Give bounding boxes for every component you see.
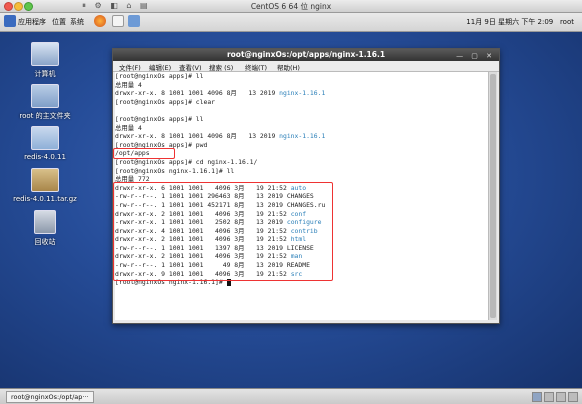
archive-icon (31, 168, 59, 192)
terminal-line: drwxr-xr-x. 8 1001 1001 4096 8月 13 2019 … (115, 89, 489, 98)
gnome-foot-icon (4, 15, 16, 27)
pwd-highlight-box (113, 148, 175, 159)
terminal-line-text: 总用量 4 (115, 80, 142, 89)
terminal-scrollbar[interactable] (488, 72, 497, 320)
workspace-1[interactable] (532, 392, 542, 402)
desktop-icon-home[interactable]: root 的主文件夹 (10, 84, 80, 121)
home-folder-icon (31, 84, 59, 108)
terminal-line: 总用量 4 (115, 124, 489, 133)
trash-icon (34, 210, 56, 234)
listing-highlight-box (113, 182, 333, 281)
desktop-icon-label: root 的主文件夹 (19, 112, 71, 120)
workspace-4[interactable] (568, 392, 578, 402)
desktop-icon-label: 回收站 (34, 238, 56, 246)
taskbar-terminal-label: root@nginxOs:/opt/ap··· (11, 393, 89, 401)
email-icon[interactable] (112, 15, 124, 27)
gnome-top-panel: 应用程序 位置 系统 11月 9日 星期六 下午 2:09 root (0, 13, 582, 32)
terminal-line-text: [root@nginxOs apps]# ll (115, 114, 204, 123)
directory-name: nginx-1.16.1 (279, 89, 326, 98)
clock-text[interactable]: 11月 9日 星期六 下午 2:09 (466, 18, 553, 26)
menu-help[interactable]: 帮助(H) (277, 62, 300, 72)
menu-terminal[interactable]: 终端(T) (245, 62, 267, 72)
terminal-line-text: drwxr-xr-x. 8 1001 1001 4096 8月 13 2019 (115, 132, 280, 141)
computer-icon (31, 42, 59, 66)
desktop-icon-label: redis-4.0.11 (24, 153, 66, 161)
user-name[interactable]: root (560, 18, 574, 26)
desktop-icon-redis-archive[interactable]: redis-4.0.11.tar.gz (10, 168, 80, 203)
bottom-taskbar: root@nginxOs:/opt/ap··· (0, 388, 582, 404)
terminal-title: root@nginxOs:/opt/apps/nginx-1.16.1 (226, 50, 386, 59)
taskbar-terminal-button[interactable]: root@nginxOs:/opt/ap··· (6, 391, 94, 403)
terminal-line: [root@nginxOs apps]# ll (115, 72, 489, 81)
terminal-titlebar[interactable]: root@nginxOs:/opt/apps/nginx-1.16.1 — ▢ … (113, 49, 499, 61)
menu-view[interactable]: 查看(V) (179, 62, 202, 72)
terminal-line: [root@nginxOs apps]# ll (115, 115, 489, 124)
terminal-line: 总用量 4 (115, 81, 489, 90)
terminal-line-text: 总用量 4 (115, 123, 142, 132)
workspace-2[interactable] (544, 392, 554, 402)
vm-titlebar: ⏸ ⚙ ◧ ⌂ ▤ CentOS 6 64 位 nginx (0, 0, 582, 13)
desktop-icon-label: redis-4.0.11.tar.gz (13, 195, 77, 203)
vm-window-title: CentOS 6 64 位 nginx (250, 2, 332, 11)
menu-file[interactable]: 文件(F) (119, 62, 141, 72)
terminal-line-text: [root@nginxOs nginx-1.16.1]# ll (115, 166, 235, 175)
menu-places[interactable]: 位置 (52, 17, 66, 27)
terminal-line: [root@nginxOs apps]# cd nginx-1.16.1/ (115, 158, 489, 167)
menu-search[interactable]: 搜索 (S) (209, 62, 233, 72)
terminal-line: [root@nginxOs apps]# clear (115, 98, 489, 107)
panel-clock-and-user[interactable]: 11月 9日 星期六 下午 2:09 root (466, 17, 574, 27)
terminal-window[interactable]: root@nginxOs:/opt/apps/nginx-1.16.1 — ▢ … (112, 48, 500, 324)
desktop-icon-computer[interactable]: 计算机 (10, 42, 80, 79)
desktop-icon-label: 计算机 (34, 70, 56, 78)
notes-icon[interactable] (128, 15, 140, 27)
terminal-line-text: [root@nginxOs apps]# cd nginx-1.16.1/ (115, 157, 258, 166)
workspace-3[interactable] (556, 392, 566, 402)
terminal-line-text: drwxr-xr-x. 8 1001 1001 4096 8月 13 2019 (115, 89, 280, 98)
directory-name: nginx-1.16.1 (279, 132, 326, 141)
desktop-icon-redis-folder[interactable]: redis-4.0.11 (10, 126, 80, 161)
menu-applications[interactable]: 应用程序 (18, 17, 46, 27)
terminal-line: drwxr-xr-x. 8 1001 1001 4096 8月 13 2019 … (115, 132, 489, 141)
terminal-line: [root@nginxOs nginx-1.16.1]# ll (115, 167, 489, 176)
menu-edit[interactable]: 编辑(E) (149, 62, 171, 72)
folder-icon (31, 126, 59, 150)
menu-system[interactable]: 系统 (70, 17, 84, 27)
terminal-menubar: 文件(F) 编辑(E) 查看(V) 搜索 (S) 终端(T) 帮助(H) (113, 61, 499, 72)
firefox-icon[interactable] (94, 15, 106, 27)
desktop-icon-trash[interactable]: 回收站 (10, 210, 80, 247)
scrollbar-thumb[interactable] (490, 74, 496, 318)
terminal-line-text: [root@nginxOs apps]# ll (115, 72, 204, 80)
terminal-line-text: [root@nginxOs apps]# clear (115, 97, 216, 106)
